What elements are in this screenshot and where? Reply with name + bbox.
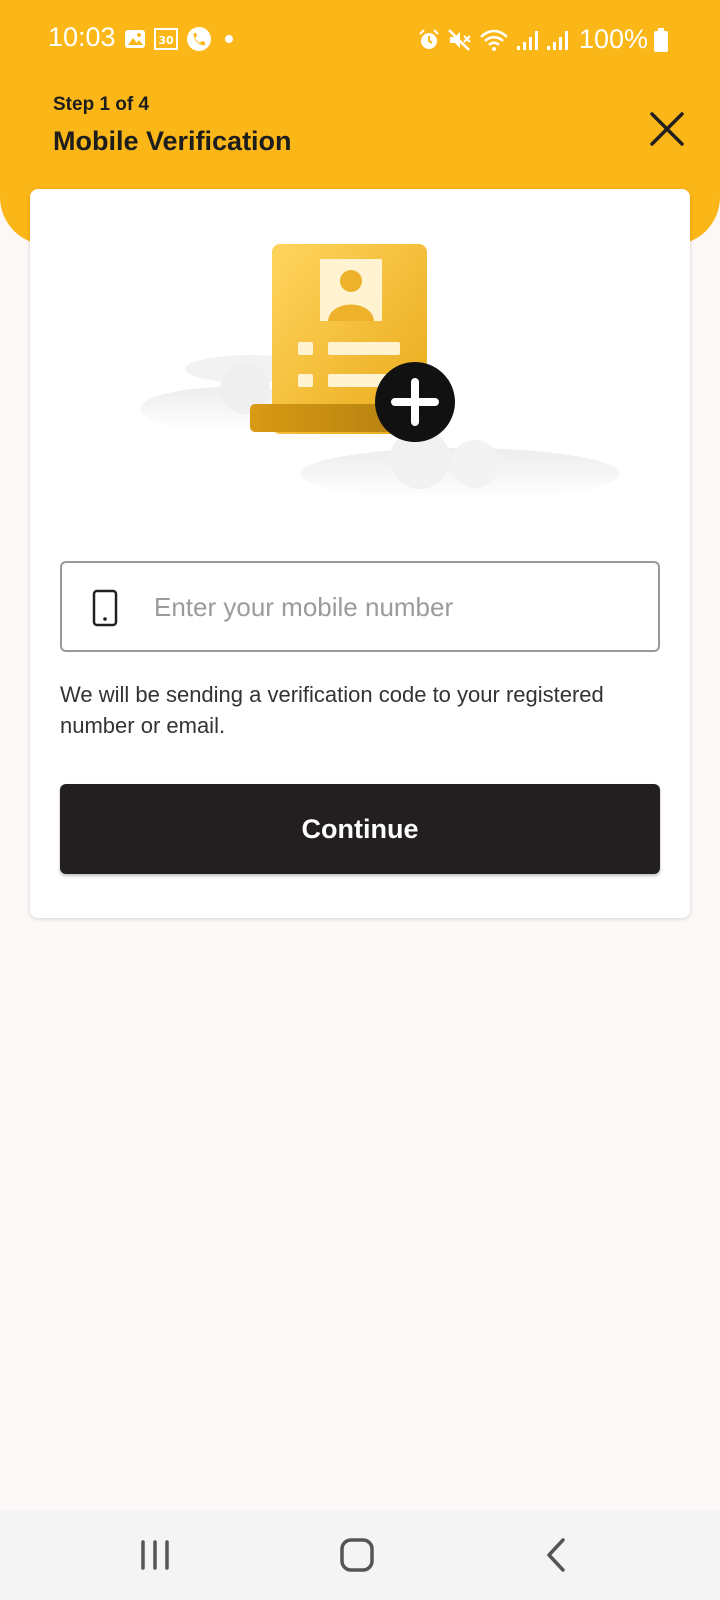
back-icon[interactable]	[533, 1532, 583, 1578]
status-bar: 10:03 30 100%	[0, 0, 720, 80]
step-indicator: Step 1 of 4	[53, 94, 150, 115]
home-icon[interactable]	[332, 1532, 382, 1578]
recent-apps-icon[interactable]	[130, 1532, 180, 1578]
svg-text:30: 30	[158, 34, 174, 47]
close-icon[interactable]	[646, 108, 688, 150]
alarm-icon	[419, 28, 439, 49]
gallery-icon	[125, 30, 145, 48]
calendar-30-icon: 30	[154, 28, 178, 50]
battery-percent: 100%	[578, 24, 648, 54]
system-nav-bar	[0, 1510, 720, 1600]
wifi-icon	[480, 29, 508, 51]
mobile-number-input[interactable]	[154, 581, 644, 633]
signal-icon	[546, 30, 568, 50]
verification-card: We will be sending a verification code t…	[30, 189, 690, 918]
id-card-illustration	[140, 244, 620, 500]
battery-icon	[654, 27, 668, 52]
mute-icon	[448, 28, 471, 51]
signal-icon	[516, 30, 538, 50]
mobile-phone-icon	[92, 589, 118, 627]
continue-button[interactable]: Continue	[60, 784, 660, 874]
mobile-number-field[interactable]	[60, 561, 660, 652]
notification-dot-icon	[225, 35, 233, 43]
helper-text: We will be sending a verification code t…	[60, 682, 604, 738]
status-time: 10:03	[48, 22, 116, 52]
page-title: Mobile Verification	[53, 126, 292, 156]
phone-call-icon	[187, 27, 211, 51]
